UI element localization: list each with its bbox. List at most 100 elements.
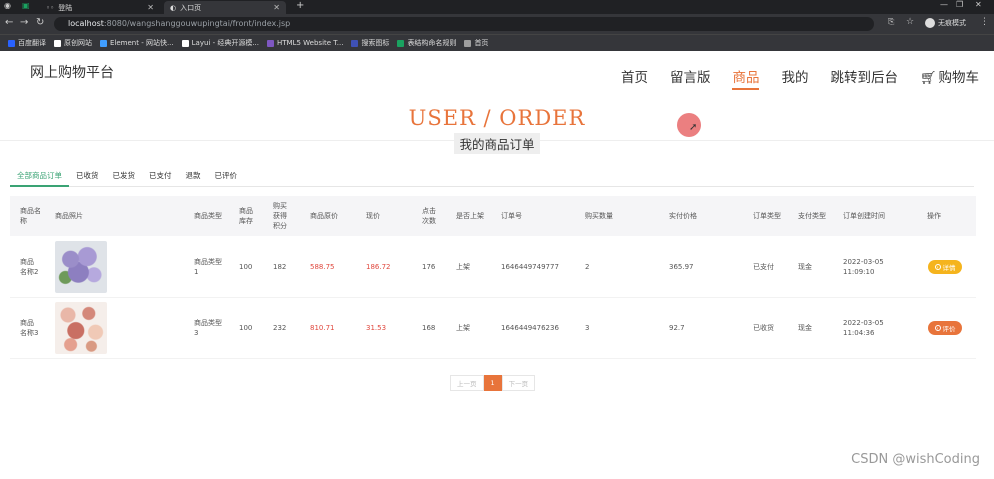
review-label: 评价 bbox=[942, 325, 956, 333]
col-header: 商品照片 bbox=[55, 212, 83, 220]
col-header: 商品库存 bbox=[239, 207, 253, 225]
new-tab-button[interactable]: + bbox=[296, 0, 304, 11]
tab-received[interactable]: 已收货 bbox=[69, 166, 106, 185]
bookmark-item[interactable]: Layui - 经典开源模... bbox=[181, 38, 260, 48]
pay-type: 现金 bbox=[798, 263, 812, 271]
created-time: 2022-03-05 11:04:36 bbox=[843, 319, 884, 337]
window-close-icon[interactable]: ✕ bbox=[975, 0, 982, 9]
bookmark-label: 百度翻译 bbox=[18, 39, 46, 47]
tab-login[interactable]: ◦◦ 登陆 ✕ bbox=[40, 1, 160, 14]
review-button[interactable]: › 评价 bbox=[928, 321, 962, 335]
bookmark-favicon-icon bbox=[181, 39, 189, 47]
nav-guestbook[interactable]: 留言版 bbox=[670, 66, 711, 90]
col-header: 购买数量 bbox=[585, 212, 613, 220]
bookmark-favicon-icon bbox=[267, 39, 275, 47]
browser-tabbar: ◉ ▣ ◦◦ 登陆 ✕ ◐ 入口页 ✕ + — ❐ ✕ bbox=[0, 0, 994, 14]
bookmark-label: Element - 网站快... bbox=[110, 39, 174, 47]
created-time: 2022-03-05 11:09:10 bbox=[843, 258, 884, 276]
nav-cart[interactable]: 🛒︎ 购物车 bbox=[920, 66, 979, 90]
pinned-tab-icon[interactable]: ▣ bbox=[22, 1, 30, 10]
tab-shipped[interactable]: 已发货 bbox=[106, 166, 143, 185]
incognito-profile[interactable]: 无痕模式 bbox=[925, 18, 966, 28]
bookmark-favicon-icon bbox=[464, 39, 472, 47]
tab-reviewed[interactable]: 已评价 bbox=[208, 166, 245, 185]
col-header: 操作 bbox=[927, 212, 941, 220]
bookmark-item[interactable]: 原创网站 bbox=[54, 38, 92, 48]
more-menu-icon[interactable]: ⋮ bbox=[980, 17, 989, 27]
next-page-button[interactable]: 下一页 bbox=[501, 375, 536, 391]
nav-home[interactable]: 首页 bbox=[621, 66, 648, 90]
tab-paid[interactable]: 已支付 bbox=[142, 166, 179, 185]
order-type: 已收货 bbox=[753, 324, 774, 332]
tab-label: 入口页 bbox=[180, 3, 202, 12]
listed-status: 上架 bbox=[456, 263, 470, 271]
table-row[interactable]: 商品名称3 商品类型3 100 232 810.71 31.53 168 上架 … bbox=[10, 298, 976, 359]
restore-icon[interactable]: ❐ bbox=[956, 0, 963, 9]
order-filter-tabs: 全部商品订单 已收货 已发货 已支付 退款 已评价 bbox=[10, 166, 974, 187]
pay-type: 现金 bbox=[798, 324, 812, 332]
bookmark-item[interactable]: 首页 bbox=[464, 38, 488, 48]
bookmark-label: 首页 bbox=[474, 39, 489, 47]
reload-icon[interactable]: ↻ bbox=[36, 17, 44, 28]
translate-icon[interactable]: ⎘ bbox=[888, 17, 894, 27]
bookmark-favicon-icon bbox=[351, 39, 359, 47]
points: 232 bbox=[273, 324, 287, 332]
table-row[interactable]: 商品名称2 商品类型1 100 182 588.75 186.72 176 上架… bbox=[10, 237, 976, 298]
bookmark-item[interactable]: Element - 网站快... bbox=[100, 38, 174, 48]
points: 182 bbox=[273, 263, 287, 271]
product-name: 商品名称3 bbox=[20, 319, 39, 337]
url-path: :8080/wangshanggouwupingtai/front/index.… bbox=[103, 19, 291, 28]
mouse-cursor-icon: ➚ bbox=[689, 122, 698, 133]
col-header: 订单类型 bbox=[753, 212, 781, 220]
nav-admin[interactable]: 跳转到后台 bbox=[830, 66, 898, 90]
close-tab-icon[interactable]: ✕ bbox=[273, 3, 286, 12]
order-table-header: 商品名称 商品照片 商品类型 商品库存 购买获得积分 商品原价 现价 点击次数 … bbox=[10, 196, 976, 236]
nav-products[interactable]: 商品 bbox=[732, 66, 760, 90]
bookmark-item[interactable]: 搜索图标 bbox=[351, 38, 389, 48]
listed-status: 上架 bbox=[456, 324, 470, 332]
forward-icon[interactable]: → bbox=[20, 17, 28, 28]
cart-icon: 🛒︎ bbox=[919, 71, 937, 86]
order-type: 已支付 bbox=[753, 263, 774, 271]
bookmark-item[interactable]: HTML5 Website T... bbox=[267, 39, 343, 47]
bookmark-label: Layui - 经典开源模... bbox=[191, 39, 260, 47]
tab-favicon-icon: ◐ bbox=[170, 3, 177, 12]
url-host: localhost bbox=[68, 19, 104, 28]
back-icon[interactable]: ← bbox=[5, 17, 13, 28]
browser-menu-icon[interactable]: ◉ bbox=[4, 1, 11, 10]
page-title-en: USER / ORDER bbox=[408, 106, 586, 130]
url-input[interactable]: localhost:8080/wangshanggouwupingtai/fro… bbox=[54, 17, 874, 31]
minimize-icon[interactable]: — bbox=[940, 0, 948, 9]
tab-favicon-icon: ◦◦ bbox=[46, 3, 55, 12]
site-logo[interactable]: 网上购物平台 bbox=[30, 62, 114, 82]
stock: 100 bbox=[239, 263, 253, 271]
original-price: 588.75 bbox=[310, 263, 335, 271]
stock: 100 bbox=[239, 324, 253, 332]
detail-button[interactable]: › 详情 bbox=[928, 260, 962, 274]
page-1-button[interactable]: 1 bbox=[483, 375, 502, 391]
bookmark-star-icon[interactable]: ☆ bbox=[906, 17, 914, 27]
paid-amount: 92.7 bbox=[669, 324, 685, 332]
col-header: 支付类型 bbox=[798, 212, 826, 220]
page-title-cn: 我的商品订单 bbox=[454, 133, 540, 154]
product-type: 商品类型1 bbox=[194, 258, 222, 276]
bookmark-item[interactable]: 表结构命名规则 bbox=[397, 38, 456, 48]
quantity: 2 bbox=[585, 263, 590, 271]
col-header: 商品名称 bbox=[20, 207, 41, 225]
close-tab-icon[interactable]: ✕ bbox=[147, 3, 160, 12]
product-photo[interactable] bbox=[55, 302, 107, 354]
tab-index[interactable]: ◐ 入口页 ✕ bbox=[164, 1, 286, 14]
address-bar-row: ← → ↻ localhost:8080/wangshanggouwupingt… bbox=[0, 14, 994, 34]
bookmark-label: 搜索图标 bbox=[361, 39, 390, 47]
product-photo[interactable] bbox=[55, 241, 107, 293]
col-header: 商品类型 bbox=[194, 212, 222, 220]
order-number: 1646449476236 bbox=[501, 324, 559, 332]
bookmark-item[interactable]: 百度翻译 bbox=[8, 38, 46, 48]
incognito-label: 无痕模式 bbox=[938, 19, 966, 27]
tab-refund[interactable]: 退款 bbox=[179, 166, 208, 185]
tab-all-orders[interactable]: 全部商品订单 bbox=[10, 166, 69, 187]
incognito-icon bbox=[925, 18, 935, 28]
col-header: 订单号 bbox=[501, 212, 522, 220]
prev-page-button[interactable]: 上一页 bbox=[450, 375, 484, 391]
nav-mine[interactable]: 我的 bbox=[781, 66, 808, 90]
